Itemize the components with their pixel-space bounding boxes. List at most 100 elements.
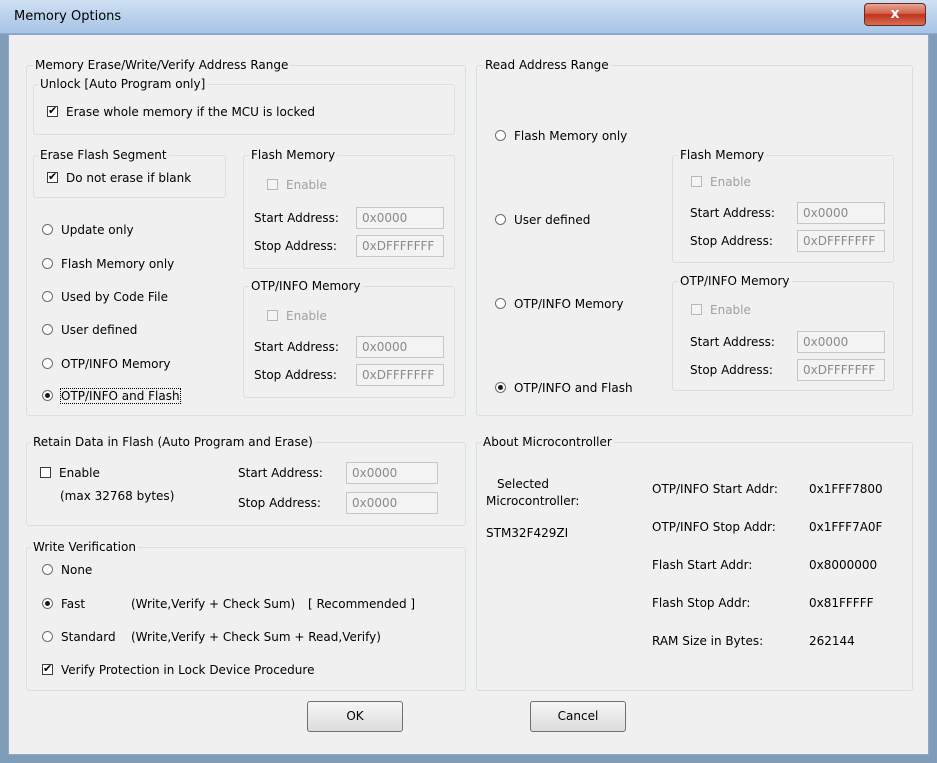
- retain-max-note: (max 32768 bytes): [60, 489, 175, 503]
- stop-address-label: Stop Address:: [690, 234, 773, 248]
- checkbox-label: Enable: [286, 178, 327, 192]
- radio-dot: [42, 258, 53, 269]
- stop-address-label: Stop Address:: [254, 239, 337, 253]
- read-radio-flash-memory-only[interactable]: Flash Memory only: [495, 128, 627, 144]
- ok-button[interactable]: OK: [307, 701, 403, 732]
- erase-whole-memory-checkbox[interactable]: Erase whole memory if the MCU is locked: [47, 104, 315, 120]
- start-address-label: Start Address:: [254, 211, 339, 225]
- radio-dot: [42, 631, 53, 642]
- unlock-group: Unlock [Auto Program only] Erase whole m…: [33, 77, 455, 135]
- flash-memory-title: Flash Memory: [249, 148, 338, 163]
- radio-update-only[interactable]: Update only: [42, 222, 134, 238]
- radio-dot: [42, 324, 53, 335]
- cancel-button[interactable]: Cancel: [530, 701, 626, 732]
- title-bar: Memory Options x: [0, 0, 937, 34]
- read-radio-otp-info-memory[interactable]: OTP/INFO Memory: [495, 296, 624, 312]
- checkbox-label: Do not erase if blank: [66, 171, 192, 185]
- flash-start-addr-label: Flash Start Addr:: [652, 558, 753, 572]
- radio-label: Flash Memory only: [61, 257, 175, 271]
- checkbox-box: [47, 104, 58, 117]
- read-radio-otp-info-and-flash[interactable]: OTP/INFO and Flash: [495, 380, 633, 396]
- otp-stop-addr-label: OTP/INFO Stop Addr:: [652, 520, 776, 534]
- do-not-erase-blank-checkbox[interactable]: Do not erase if blank: [47, 170, 191, 186]
- otp-memory-title: OTP/INFO Memory: [678, 274, 792, 289]
- radio-label: None: [61, 563, 93, 577]
- radio-label: OTP/INFO Memory: [61, 357, 171, 371]
- retain-enable-checkbox[interactable]: Enable: [40, 465, 100, 481]
- checkbox-box: [691, 176, 702, 187]
- verify-protection-checkbox[interactable]: Verify Protection in Lock Device Procedu…: [42, 662, 314, 678]
- radio-label: User defined: [514, 213, 591, 227]
- erase-otp-memory-group: OTP/INFO Memory Enable Start Address: 0x…: [243, 279, 455, 398]
- read-flash-enable-checkbox[interactable]: Enable: [691, 174, 751, 190]
- dialog-body: Memory Erase/Write/Verify Address Range …: [8, 34, 929, 755]
- checkbox-label: Enable: [710, 303, 751, 317]
- otp-start-addr-value: 0x1FFF7800: [809, 482, 883, 496]
- checkbox-box: [42, 662, 53, 675]
- radio-label: User defined: [61, 323, 138, 337]
- retain-start-address-input[interactable]: 0x0000: [346, 462, 438, 484]
- otp-enable-checkbox[interactable]: Enable: [267, 308, 327, 324]
- radio-dot: [42, 564, 53, 575]
- start-address-label: Start Address:: [254, 340, 339, 354]
- read-flash-stop-address-input[interactable]: 0xDFFFFFFF: [797, 230, 885, 252]
- window-title: Memory Options: [14, 9, 122, 24]
- radio-label: Used by Code File: [61, 290, 168, 304]
- flash-memory-title: Flash Memory: [678, 148, 767, 163]
- flash-stop-address-input[interactable]: 0xDFFFFFFF: [356, 235, 444, 257]
- radio-label: OTP/INFO and Flash: [60, 388, 181, 404]
- radio-dot: [495, 382, 506, 393]
- otp-start-address-input[interactable]: 0x0000: [356, 336, 444, 358]
- stop-address-label: Stop Address:: [254, 368, 337, 382]
- radio-dot: [42, 358, 53, 369]
- read-otp-memory-group: OTP/INFO Memory Enable Start Address: 0x…: [672, 274, 894, 391]
- radio-dot: [42, 598, 53, 609]
- verify-radio-none[interactable]: None: [42, 562, 92, 578]
- otp-stop-address-input[interactable]: 0xDFFFFFFF: [356, 364, 444, 386]
- checkbox-label: Verify Protection in Lock Device Procedu…: [61, 663, 315, 677]
- erase-flash-memory-group: Flash Memory Enable Start Address: 0x000…: [243, 148, 455, 269]
- about-microcontroller-group: About Microcontroller Selected Microcont…: [476, 435, 913, 691]
- read-range-group: Read Address Range Flash Memory only Use…: [476, 58, 913, 416]
- radio-dot: [495, 130, 506, 141]
- retain-data-title: Retain Data in Flash (Auto Program and E…: [31, 435, 315, 450]
- start-address-label: Start Address:: [690, 206, 775, 220]
- verify-radio-fast[interactable]: Fast: [42, 596, 85, 612]
- radio-flash-memory-only[interactable]: Flash Memory only: [42, 256, 174, 272]
- read-otp-enable-checkbox[interactable]: Enable: [691, 302, 751, 318]
- otp-memory-title: OTP/INFO Memory: [249, 279, 363, 294]
- recommended-note: [ Recommended ]: [308, 597, 416, 611]
- checkbox-label: Enable: [710, 175, 751, 189]
- radio-used-by-code-file[interactable]: Used by Code File: [42, 289, 168, 305]
- otp-start-addr-label: OTP/INFO Start Addr:: [652, 482, 778, 496]
- flash-start-address-input[interactable]: 0x0000: [356, 207, 444, 229]
- about-title: About Microcontroller: [481, 435, 614, 450]
- radio-user-defined[interactable]: User defined: [42, 322, 137, 338]
- checkbox-box: [40, 467, 51, 478]
- flash-enable-checkbox[interactable]: Enable: [267, 177, 327, 193]
- read-flash-memory-group: Flash Memory Enable Start Address: 0x000…: [672, 148, 894, 263]
- ram-size-value: 262144: [809, 634, 855, 648]
- radio-dot: [42, 390, 53, 401]
- read-otp-start-address-input[interactable]: 0x0000: [797, 331, 885, 353]
- radio-otp-info-and-flash[interactable]: OTP/INFO and Flash: [42, 388, 181, 404]
- write-verification-title: Write Verification: [31, 540, 138, 555]
- radio-dot: [495, 298, 506, 309]
- flash-stop-addr-value: 0x81FFFFF: [809, 596, 874, 610]
- radio-label: Standard: [61, 630, 116, 644]
- retain-stop-address-input[interactable]: 0x0000: [346, 492, 438, 514]
- checkbox-box: [267, 179, 278, 190]
- read-otp-stop-address-input[interactable]: 0xDFFFFFFF: [797, 359, 885, 381]
- checkbox-box: [47, 170, 58, 183]
- read-radio-user-defined[interactable]: User defined: [495, 212, 590, 228]
- checkbox-box: [691, 304, 702, 315]
- close-button[interactable]: x: [864, 3, 926, 26]
- start-address-label: Start Address:: [238, 466, 323, 480]
- radio-label: Fast: [61, 597, 86, 611]
- stop-address-label: Stop Address:: [238, 496, 321, 510]
- read-flash-start-address-input[interactable]: 0x0000: [797, 202, 885, 224]
- read-range-title: Read Address Range: [483, 58, 611, 73]
- erase-range-group: Memory Erase/Write/Verify Address Range …: [26, 58, 466, 416]
- radio-otp-info-memory[interactable]: OTP/INFO Memory: [42, 356, 171, 372]
- verify-radio-standard[interactable]: Standard: [42, 629, 116, 645]
